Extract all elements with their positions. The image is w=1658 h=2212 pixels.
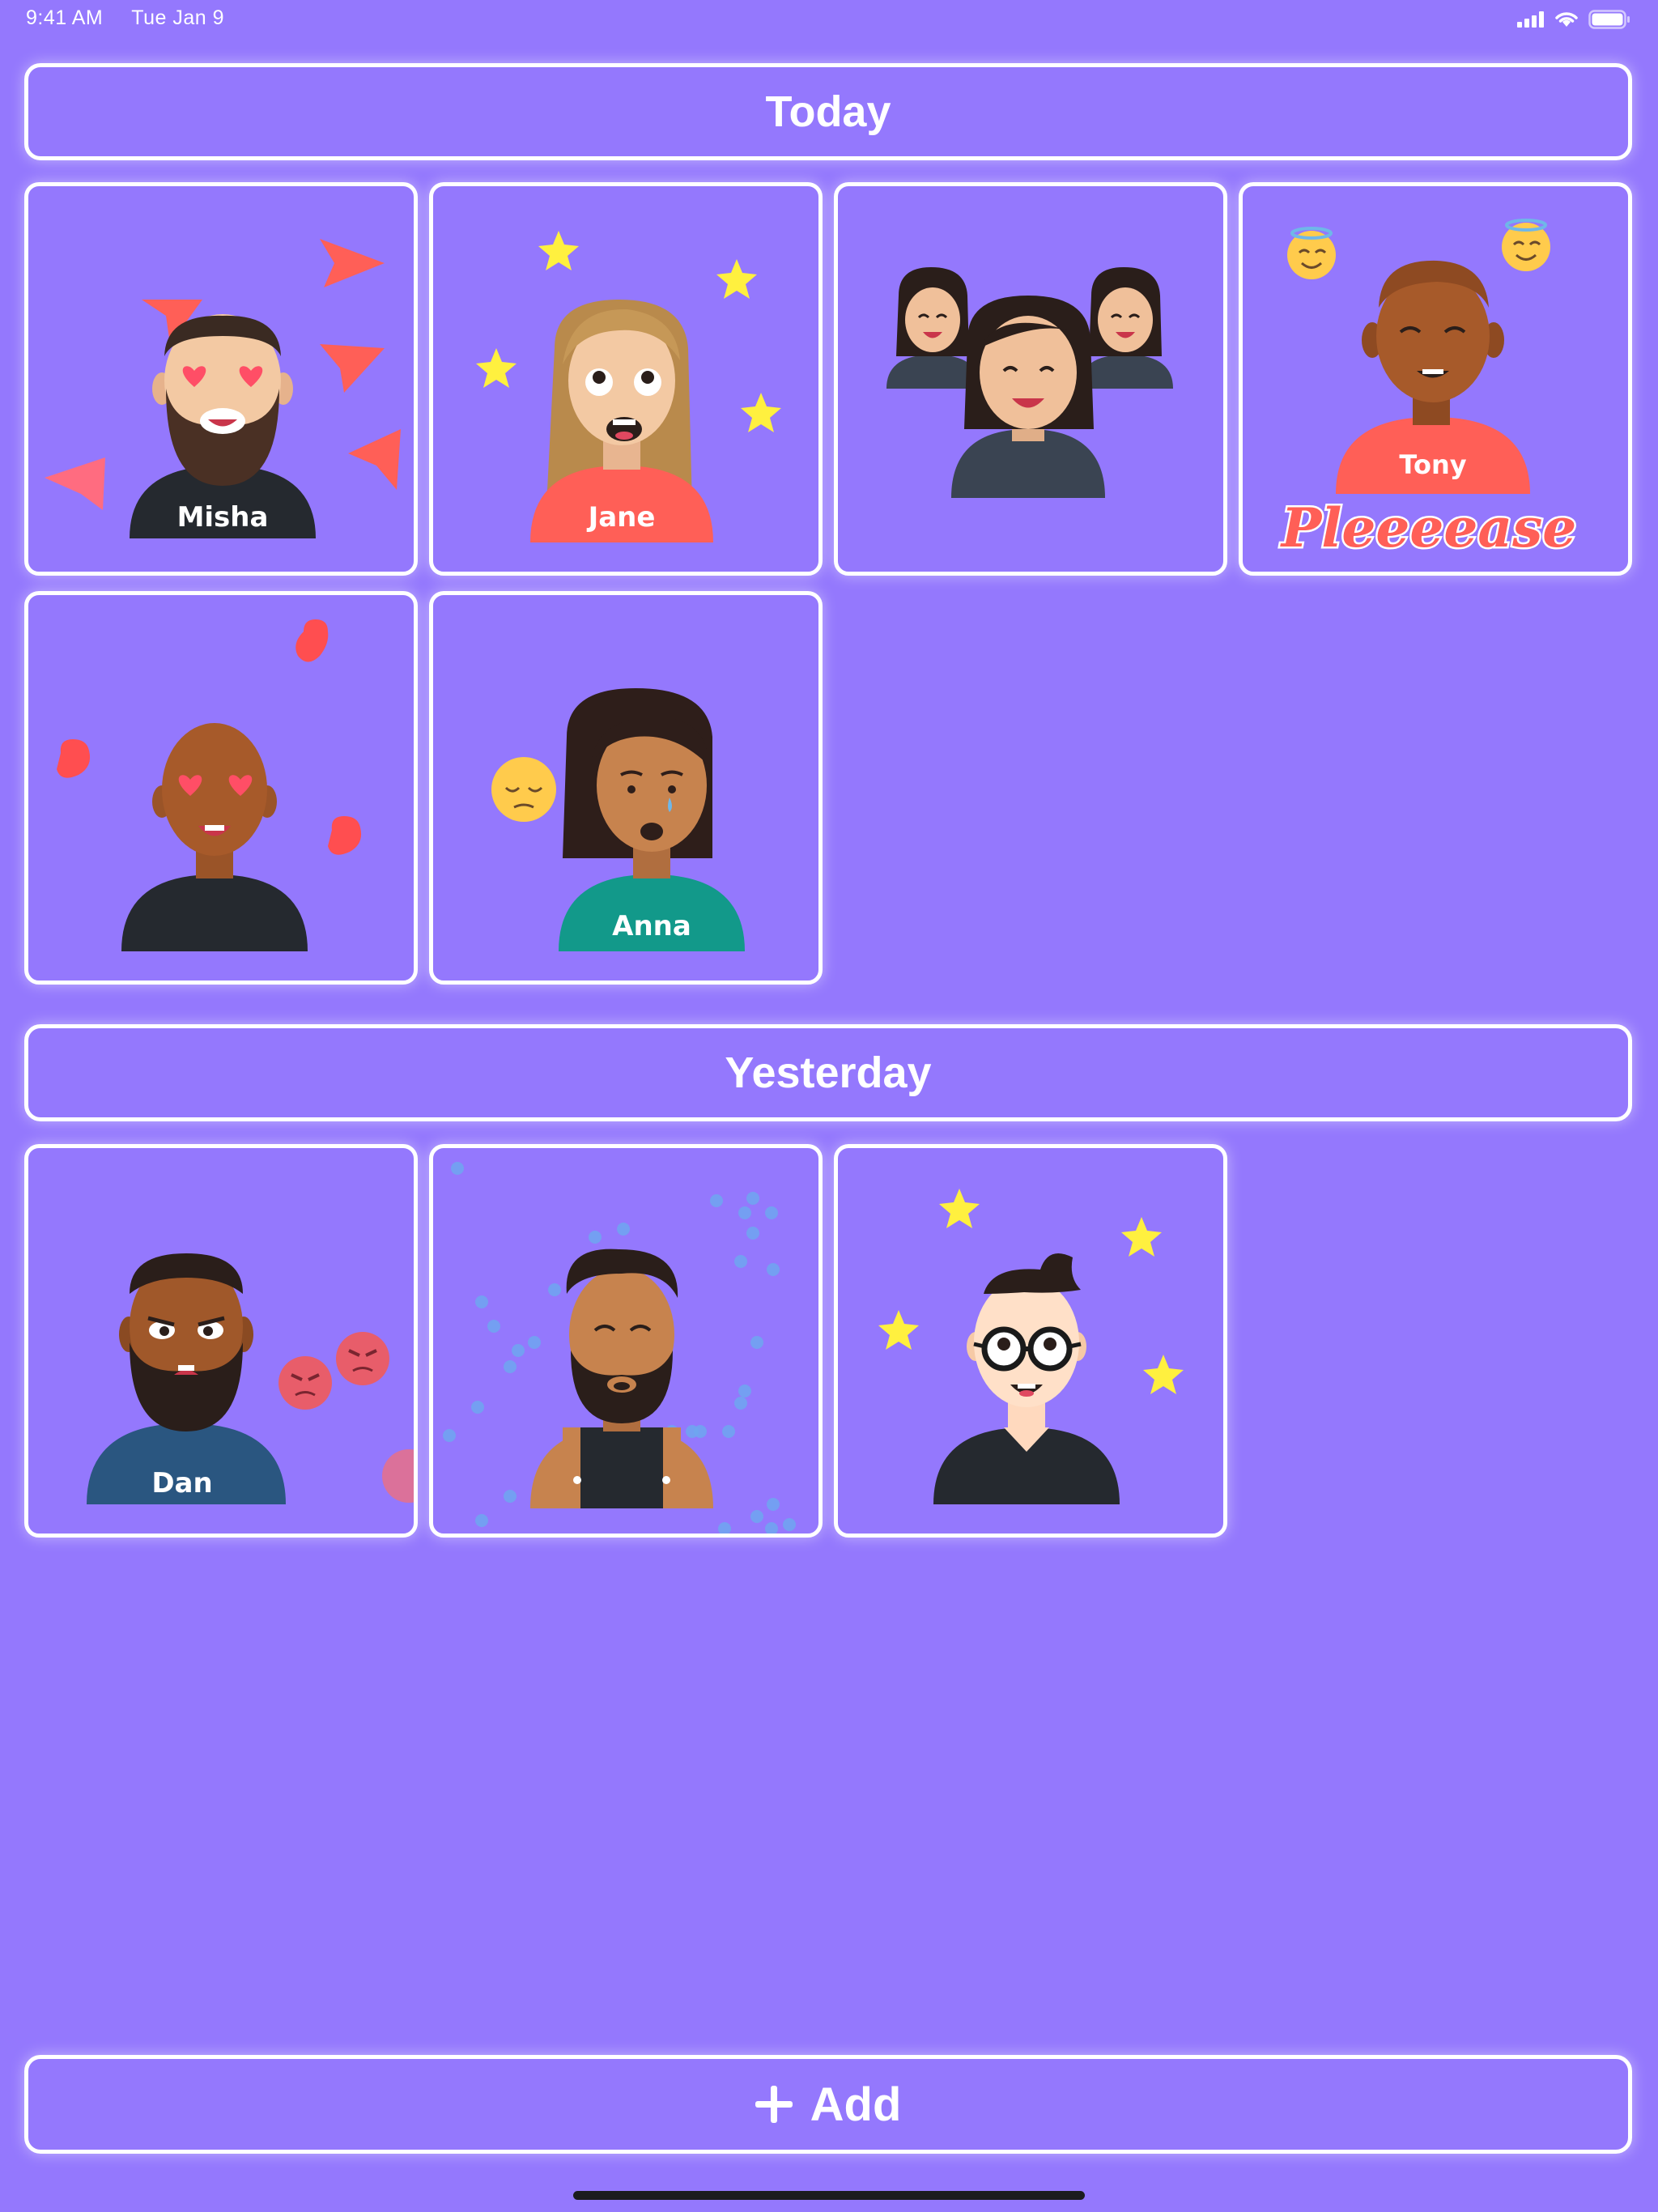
add-button[interactable]: Add [24,2055,1632,2154]
tony-sticker: Tony Pleeeease [1278,219,1579,562]
section-header-yesterday: Yesterday [24,1024,1632,1121]
status-time-date: 9:41 AM Tue Jan 9 [26,6,247,30]
sticker-card-jane[interactable]: Jane [429,182,823,576]
status-icons [1517,10,1630,29]
main-person [951,296,1105,498]
section-header-today: Today [24,63,1632,160]
status-time: 9:41 AM [26,6,104,29]
sticker-card-tony[interactable]: Tony Pleeeease [1239,182,1632,576]
tony-name-label: Tony [1399,449,1466,480]
dan-name-label: Dan [151,1467,212,1499]
cellular-signal-icon [1517,11,1544,28]
dan-sticker: Dan [87,1253,414,1504]
sticker-card-glasses[interactable] [834,1144,1227,1538]
sticker-card-group[interactable] [834,182,1227,576]
plus-icon [755,2086,793,2123]
home-indicator[interactable] [573,2191,1085,2200]
smiling-face-with-halo-icon [1287,227,1336,279]
sticker-card-anna[interactable]: Anna [429,591,823,985]
status-date: Tue Jan 9 [131,6,224,29]
sticker-card-hearts[interactable] [24,591,418,985]
add-button-label: Add [810,2078,902,2131]
section-title-yesterday: Yesterday [725,1049,932,1097]
wifi-icon [1555,12,1578,27]
smiling-face-with-halo-icon [1502,219,1550,271]
anna-sticker: Anna [491,688,745,951]
small-person-right [1079,267,1173,389]
glasses-sticker [878,1189,1184,1504]
battery-icon [1588,10,1630,29]
pensive-face-icon [491,757,556,822]
small-person-left [886,267,980,389]
sticker-card-sweat[interactable] [429,1144,823,1538]
tony-caption: Pleeeease [1280,496,1577,559]
anna-name-label: Anna [612,910,691,942]
misha-sticker: Misha [45,239,401,538]
jane-sticker: Jane [476,231,781,542]
sweat-sticker [443,1162,796,1534]
jane-name-label: Jane [587,501,656,534]
angry-face-icon [278,1332,414,1503]
group-sticker [886,267,1173,498]
hearts-sticker [57,619,362,951]
section-title-today: Today [765,87,891,136]
status-bar: 9:41 AM Tue Jan 9 [0,0,1658,39]
misha-name-label: Misha [177,501,269,534]
sticker-card-dan[interactable]: Dan [24,1144,418,1538]
sticker-card-misha[interactable]: Misha [24,182,418,576]
